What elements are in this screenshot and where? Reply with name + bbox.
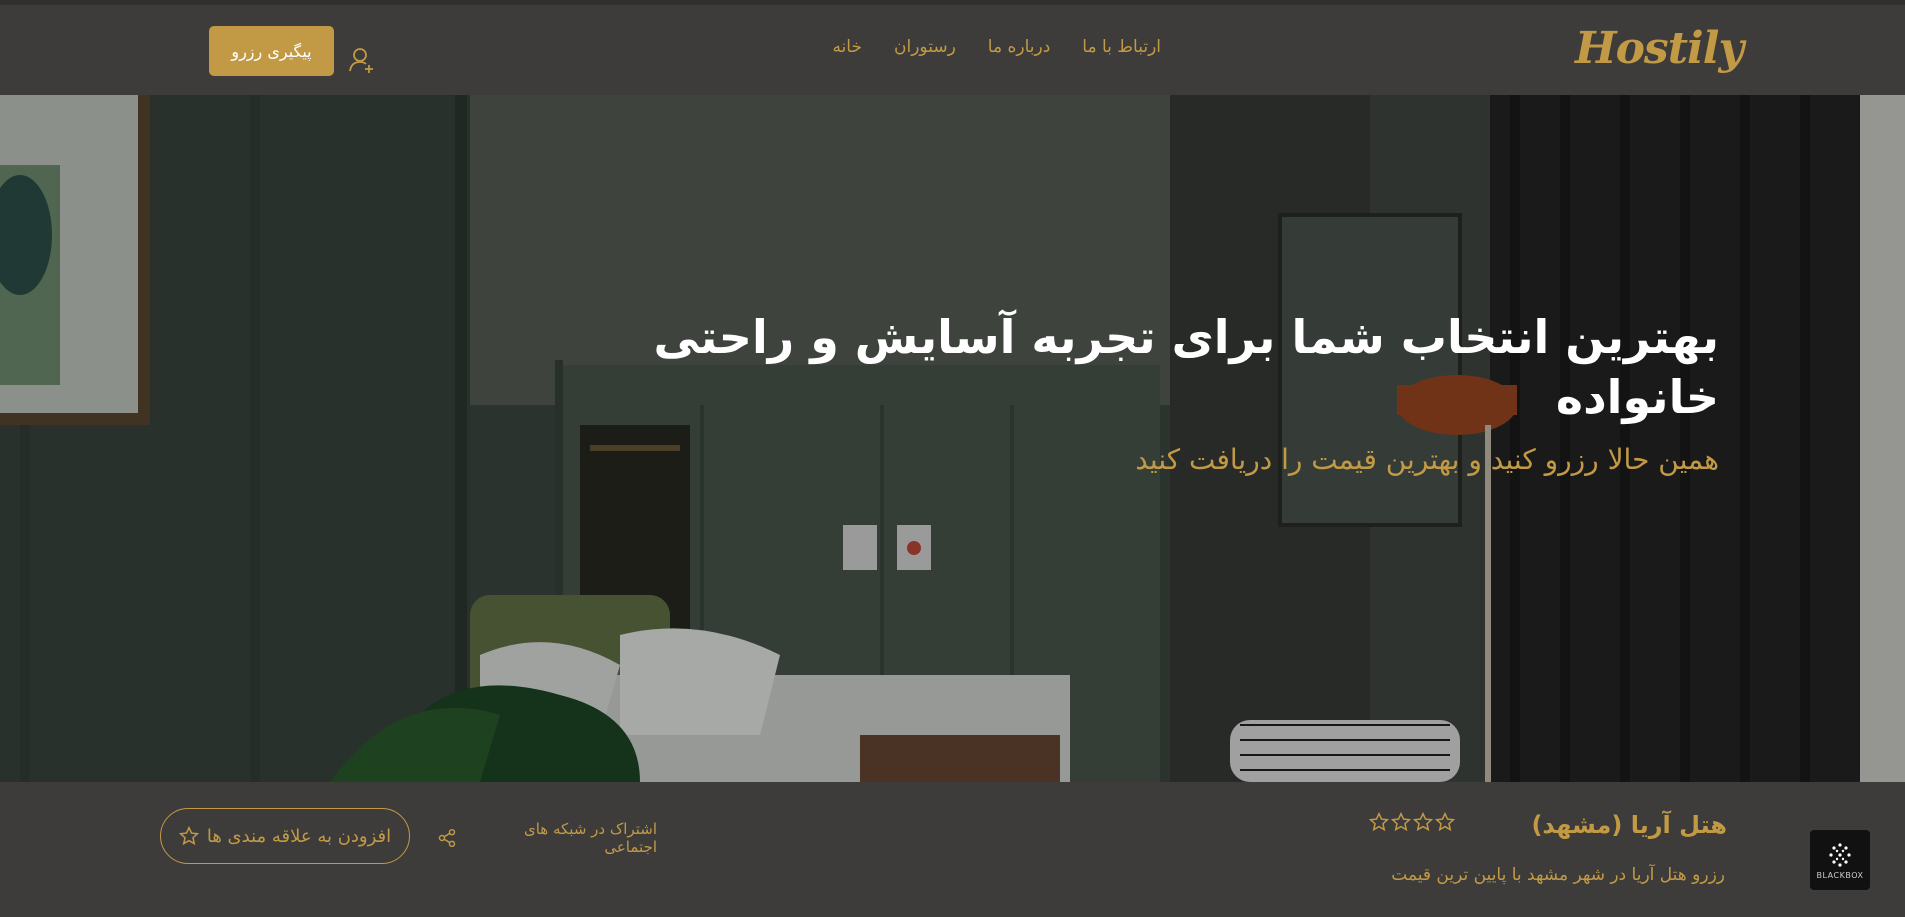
star-icon: [1413, 812, 1433, 832]
star-icon: [1391, 812, 1411, 832]
star-icon: [1435, 812, 1455, 832]
site-logo[interactable]: Hostily: [1575, 23, 1744, 79]
user-plus-icon[interactable]: [348, 45, 376, 75]
hero-subtitle: همین حالا رزرو کنید و بهترین قیمت را دری…: [1135, 443, 1719, 476]
nav-about[interactable]: درباره ما: [988, 33, 1051, 63]
hero-section: بهترین انتخاب شما برای تجربه آسایش و راح…: [0, 95, 1905, 782]
hero-title: بهترین انتخاب شما برای تجربه آسایش و راح…: [653, 310, 1719, 424]
site-header: Hostily خانه رستوران درباره ما ارتباط با…: [0, 5, 1905, 95]
blackbox-badge[interactable]: BLACKBOX: [1810, 830, 1870, 890]
badge-label: BLACKBOX: [1816, 870, 1864, 880]
nav-contact[interactable]: ارتباط با ما: [1082, 33, 1161, 63]
share-social-link[interactable]: اشتراک در شبکه های اجتماعی: [437, 820, 657, 856]
add-to-favorites-button[interactable]: افزودن به علاقه مندی ها: [160, 808, 410, 864]
share-label: اشتراک در شبکه های اجتماعی: [523, 820, 657, 856]
nav-restaurant[interactable]: رستوران: [894, 33, 956, 63]
blackbox-logo-icon: [1829, 842, 1851, 867]
track-reservation-button[interactable]: پیگیری رزرو: [209, 26, 334, 76]
star-plus-icon: [178, 826, 199, 846]
page: Hostily خانه رستوران درباره ما ارتباط با…: [0, 0, 1905, 917]
star-icon: [1369, 812, 1389, 832]
share-icon: [438, 828, 456, 848]
hero-dark-overlay: [0, 95, 1905, 782]
nav-home[interactable]: خانه: [832, 33, 862, 63]
hotel-star-rating: [1365, 812, 1455, 838]
main-nav: خانه رستوران درباره ما ارتباط با ما: [832, 33, 1161, 63]
favorites-label: افزودن به علاقه مندی ها: [206, 825, 392, 847]
hotel-info-bar: هتل آریا (مشهد) رزرو هتل آریا در شهر مشه…: [0, 782, 1905, 917]
hotel-description: رزرو هتل آریا در شهر مشهد با پایین ترین …: [1391, 865, 1725, 885]
